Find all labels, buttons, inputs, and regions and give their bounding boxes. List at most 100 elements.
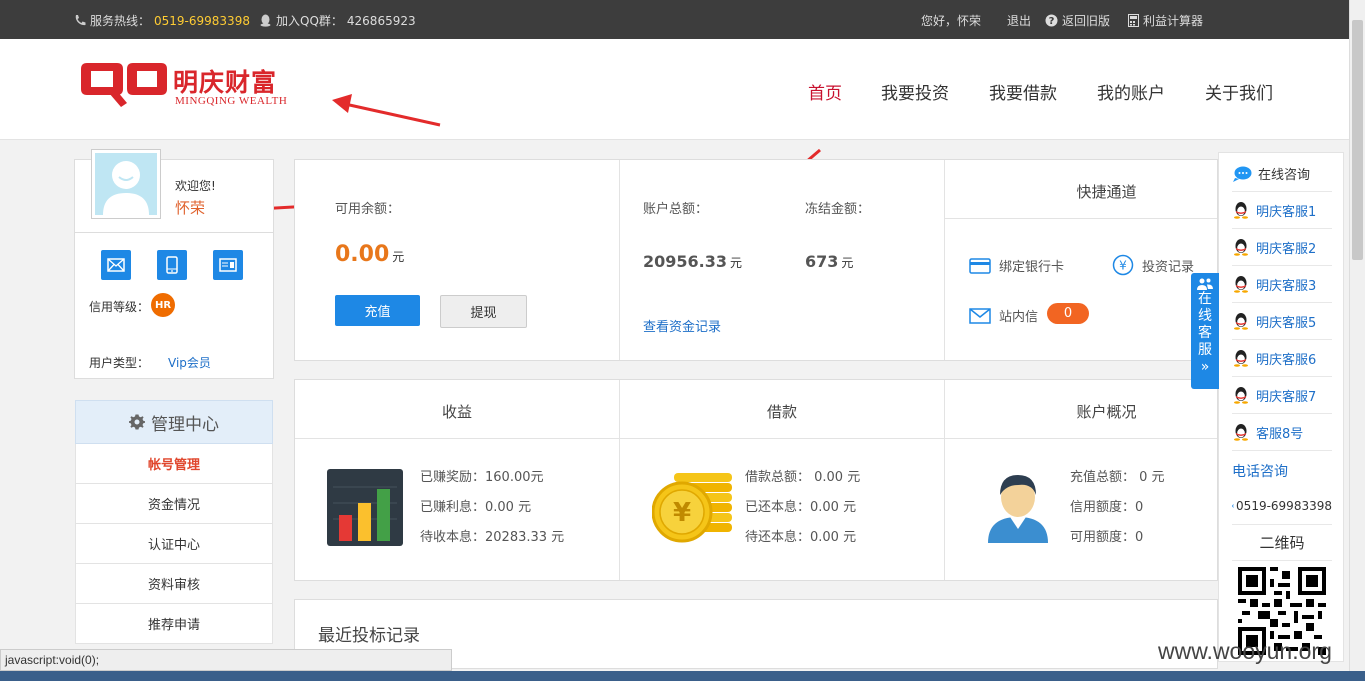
menu-certification-center[interactable]: 认证中心 [75,524,273,564]
id-card-icon [219,258,237,272]
chat-bubble-icon [1233,166,1252,182]
hotline-number: 0519-69983398 [154,13,250,28]
recharge-button[interactable]: 充值 [335,295,420,326]
service-agent-2[interactable]: 明庆客服2 [1232,229,1332,266]
users-icon [1197,278,1213,290]
earned-reward: 已赚奖励：160.00元 [420,470,544,485]
qq-penguin-icon [1234,313,1248,330]
logo-text-en: MINGQING WEALTH [175,95,288,107]
menu-account-management[interactable]: 帐号管理 [75,444,273,484]
nav-home[interactable]: 首页 [808,79,842,104]
svg-text:¥: ¥ [673,498,691,528]
recharge-total: 充值总额： 0 元 [1070,470,1165,485]
divider [619,160,620,360]
menu-document-review[interactable]: 资料审核 [75,564,273,604]
available-balance-value: 0.00 元 [335,242,405,267]
divider [295,438,1217,439]
yuan-circle-icon: ¥ [1112,254,1134,276]
service-agent-1[interactable]: 明庆客服1 [1232,192,1332,229]
double-chevron-right-icon: » [1200,359,1210,375]
fund-records-link[interactable]: 查看资金记录 [643,316,721,335]
bank-card-icon [969,257,991,274]
mobile-icon [166,256,178,274]
phone-verify-button[interactable] [157,250,187,280]
vertical-scrollbar[interactable] [1349,0,1365,681]
service-agent-5[interactable]: 明庆客服5 [1232,303,1332,340]
avatar[interactable] [91,149,161,219]
menu-referral-application[interactable]: 推荐申请 [75,604,273,644]
nav-borrow[interactable]: 我要借款 [989,79,1057,104]
mail-icon [107,258,125,272]
os-taskbar [0,671,1365,681]
user-type-label: 用户类型： [89,356,150,370]
message-count-badge: 0 [1047,303,1089,324]
recent-bids-title: 最近投标记录 [318,626,420,646]
username: 怀荣 [175,199,206,217]
site-logo[interactable]: 明庆财富 MINGQING WEALTH [75,59,290,115]
frozen-amount-label: 冻结金额： [805,202,871,217]
hotline: 服务热线： 0519-69983398 [74,12,250,29]
management-center-header: 管理中心 [75,400,273,444]
envelope-icon [969,307,991,324]
gear-icon [129,414,145,430]
online-consult: 在线咨询 [1232,155,1332,192]
credit-level-label: 信用等级： [89,300,150,314]
site-header: 明庆财富 MINGQING WEALTH 首页 我要投资 我要借款 我的账户 关… [0,39,1349,140]
credit-level-badge: HR [151,293,175,317]
watermark: www.wooyun.org [1158,638,1332,664]
frozen-amount-value: 673 元 [805,252,854,271]
withdraw-button[interactable]: 提现 [440,295,527,328]
online-service-tab[interactable]: 在 线 客 服 » [1191,273,1219,389]
site-messages-link[interactable]: 站内信 [969,306,1038,325]
logo-text-cn: 明庆财富 [173,68,278,97]
svg-text:¥: ¥ [1119,259,1127,273]
nav-my-account[interactable]: 我的账户 [1097,79,1165,104]
old-version-link[interactable]: ? 返回旧版 [1045,12,1110,29]
bar-chart-icon [327,469,403,550]
user-profile-icon [986,471,1050,547]
loan-title: 借款 [766,403,797,421]
repaid-principal-interest: 已还本息：0.00 元 [745,500,857,515]
menu-fund-status[interactable]: 资金情况 [75,484,273,524]
service-agent-6[interactable]: 明庆客服6 [1232,340,1332,377]
phone-consult-title: 电话咨询 [1232,463,1288,480]
phone-icon [74,14,86,27]
investment-records-link[interactable]: ¥ 投资记录 [1112,254,1194,276]
loan-total: 借款总额： 0.00 元 [745,470,861,485]
service-phone: 0519-69983398 [1232,488,1332,525]
top-bar: 服务热线： 0519-69983398 加入QQ群： 426865923 您好，… [0,0,1349,39]
logo-mark-icon [81,63,167,107]
qq-group: 加入QQ群： 426865923 [259,12,416,29]
total-amount-label: 账户总额： [643,202,709,217]
calculator-link[interactable]: 利益计算器 [1128,12,1203,29]
qq-number: 426865923 [346,13,416,28]
handset-icon [1232,504,1234,508]
calculator-icon [1128,14,1139,27]
qq-penguin-icon [1234,202,1248,219]
service-agent-3[interactable]: 明庆客服3 [1232,266,1332,303]
service-agent-7[interactable]: 明庆客服7 [1232,377,1332,414]
available-limit: 可用额度：0 [1070,530,1144,545]
email-verify-button[interactable] [101,250,131,280]
bind-bank-card-link[interactable]: 绑定银行卡 [969,256,1064,275]
nav-invest[interactable]: 我要投资 [881,79,949,104]
nav-about-us[interactable]: 关于我们 [1205,79,1273,104]
browser-status-bar: javascript:void(0); [0,649,452,671]
qq-penguin-icon [1234,424,1248,441]
total-amount-value: 20956.33 元 [643,252,743,271]
scrollbar-thumb[interactable] [1352,20,1363,260]
qq-penguin-icon [1234,239,1248,256]
qq-icon [259,14,272,27]
coins-icon: ¥ [651,471,734,547]
income-title: 收益 [441,403,472,421]
svg-text:?: ? [1049,16,1055,27]
logout-link[interactable]: 退出 [1007,12,1031,29]
available-balance-label: 可用余额： [335,202,401,217]
qq-penguin-icon [1234,387,1248,404]
help-icon: ? [1045,14,1058,27]
id-verify-button[interactable] [213,250,243,280]
qq-penguin-icon [1234,350,1248,367]
service-agent-8[interactable]: 客服8号 [1232,414,1332,451]
user-type-value: Vip会员 [168,356,211,370]
user-greeting: 您好，怀荣 [921,14,982,28]
